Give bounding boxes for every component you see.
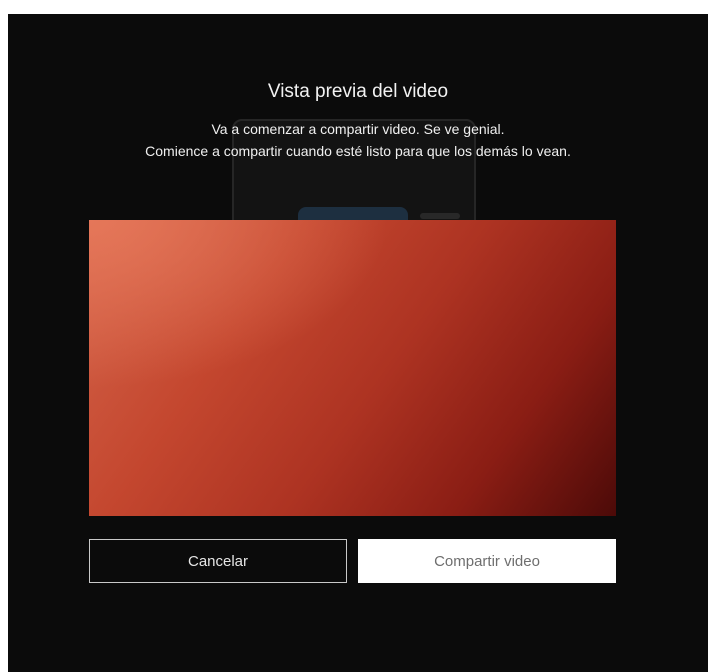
cancel-button[interactable]: Cancelar <box>89 539 347 583</box>
dialog-message: Va a comenzar a compartir video. Se ve g… <box>108 118 608 162</box>
video-preview <box>89 220 616 516</box>
dialog-message-line2: Comience a compartir cuando esté listo p… <box>145 143 571 159</box>
dialog-title: Vista previa del video <box>267 81 449 102</box>
video-preview-dialog: Vista previa del video Va a comenzar a c… <box>8 14 708 672</box>
share-video-button[interactable]: Compartir video <box>358 539 616 583</box>
background-ghost-bar <box>420 213 460 219</box>
dialog-message-line1: Va a comenzar a compartir video. Se ve g… <box>211 121 505 137</box>
